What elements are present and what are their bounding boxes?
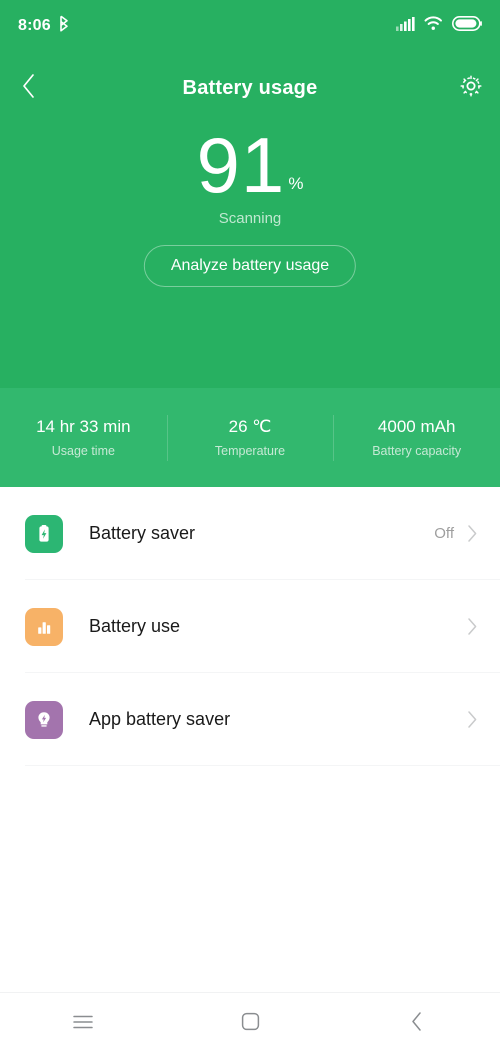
- analyze-battery-usage-button[interactable]: Analyze battery usage: [143, 245, 357, 287]
- status-bar-left: 8:06: [18, 15, 70, 37]
- scanning-status: Scanning: [218, 210, 282, 227]
- chevron-right-icon: [467, 524, 478, 543]
- list-item-app-battery-saver[interactable]: App battery saver: [0, 673, 500, 766]
- stat-value: 26 ℃: [228, 417, 272, 436]
- home-button[interactable]: [167, 993, 334, 1055]
- back-button-nav[interactable]: [333, 993, 500, 1055]
- bar-chart-icon: [25, 607, 63, 646]
- stat-battery-capacity: 4000 mAh Battery capacity: [333, 417, 500, 458]
- battery-percent-value: 91: [196, 121, 286, 210]
- chevron-right-icon: [467, 617, 478, 636]
- list-item-label: Battery use: [89, 616, 181, 636]
- home-square-icon: [241, 1012, 260, 1036]
- stat-label: Temperature: [214, 444, 286, 458]
- battery-hero-panel: 8:06 Battery usage 91 % Scanning Analyze…: [0, 0, 500, 388]
- stat-label: Battery capacity: [372, 444, 462, 458]
- list-item-value: Off: [434, 525, 454, 542]
- settings-list: Battery saver Off Battery use App batter…: [0, 487, 500, 766]
- page-title: Battery usage: [182, 76, 318, 99]
- battery-percent-display: 91 %: [0, 118, 500, 210]
- stat-usage-time: 14 hr 33 min Usage time: [0, 417, 167, 458]
- list-item-battery-use[interactable]: Battery use: [0, 580, 500, 673]
- status-bar: 8:06: [0, 0, 500, 52]
- menu-icon: [72, 1014, 94, 1035]
- signal-icon: [396, 16, 415, 36]
- stat-value: 4000 mAh: [377, 417, 456, 436]
- bluetooth-icon: [58, 15, 70, 37]
- stat-label: Usage time: [51, 444, 115, 458]
- settings-button[interactable]: [442, 60, 500, 116]
- chevron-left-icon: [21, 73, 37, 104]
- percent-symbol: %: [288, 174, 304, 193]
- list-item-label: Battery saver: [89, 523, 196, 543]
- system-navigation-bar: [0, 992, 500, 1055]
- list-item-battery-saver[interactable]: Battery saver Off: [0, 487, 500, 580]
- wifi-icon: [424, 16, 443, 36]
- page-header: Battery usage: [0, 60, 500, 116]
- battery-icon: [452, 16, 482, 36]
- back-button[interactable]: [0, 60, 58, 116]
- recents-button[interactable]: [0, 993, 167, 1055]
- status-bar-right: [396, 16, 482, 36]
- gear-icon: [458, 73, 484, 104]
- stat-value: 14 hr 33 min: [36, 417, 131, 436]
- status-bar-clock: 8:06: [18, 17, 51, 34]
- battery-stats-row: 14 hr 33 min Usage time 26 ℃ Temperature…: [0, 388, 500, 487]
- battery-bolt-icon: [25, 514, 63, 553]
- lightbulb-bolt-icon: [25, 700, 63, 739]
- stat-temperature: 26 ℃ Temperature: [167, 417, 334, 458]
- chevron-right-icon: [467, 710, 478, 729]
- list-item-label: App battery saver: [89, 709, 231, 729]
- back-chevron-icon: [410, 1011, 423, 1037]
